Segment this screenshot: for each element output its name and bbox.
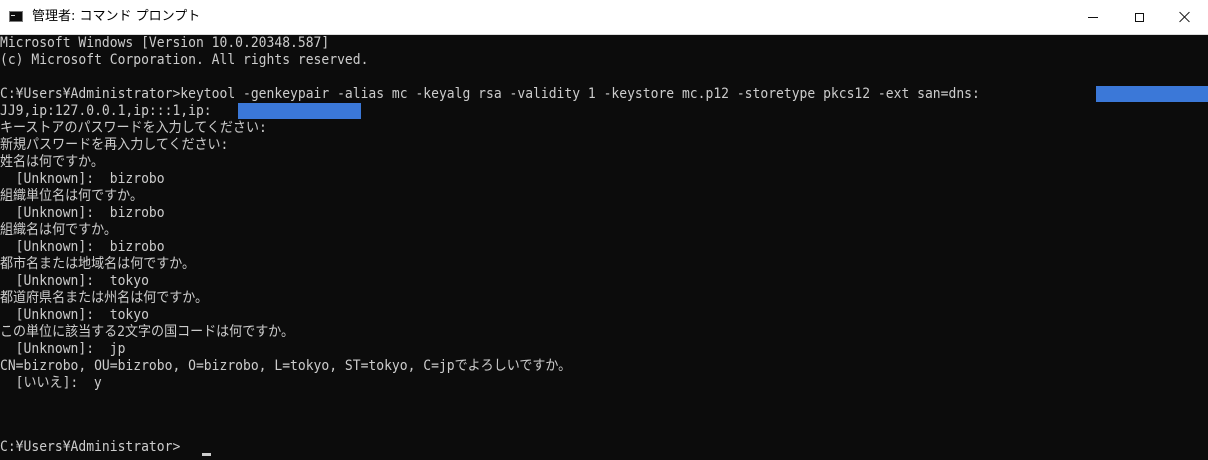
- console-line-command-cont: JJ9,ip:127.0.0.1,ip:::1,ip:: [0, 103, 212, 119]
- redaction-mask: [1096, 86, 1208, 102]
- minimize-icon: [1088, 16, 1098, 18]
- console-output[interactable]: Microsoft Windows [Version 10.0.20348.58…: [0, 35, 1208, 460]
- console-line-answer-state: [Unknown]: tokyo: [0, 307, 149, 323]
- console-line-answer-org: [Unknown]: bizrobo: [0, 239, 165, 255]
- console-line-confirm: CN=bizrobo, OU=bizrobo, O=bizrobo, L=tok…: [0, 358, 572, 374]
- close-icon: [1179, 11, 1191, 23]
- console-line-answer-city: [Unknown]: tokyo: [0, 273, 149, 289]
- console-icon[interactable]: [9, 11, 23, 22]
- console-line-prompt-new-password: 新規パスワードを再入力してください:: [0, 137, 229, 153]
- console-line-answer-org-unit: [Unknown]: bizrobo: [0, 205, 165, 221]
- window-title: 管理者: コマンド プロンプト: [32, 9, 201, 24]
- console-line-prompt-city: 都市名または地域名は何ですか。: [0, 256, 196, 272]
- redaction-mask: [238, 103, 361, 119]
- close-button[interactable]: [1162, 0, 1208, 34]
- console-line-prompt-country: この単位に該当する2文字の国コードは何ですか。: [0, 324, 295, 340]
- console-line-prompt-org: 組織名は何ですか。: [0, 222, 117, 238]
- console-line-copyright: (c) Microsoft Corporation. All rights re…: [0, 52, 369, 68]
- command-prompt-window: 管理者: コマンド プロンプト Microsoft Windows [Versi…: [0, 0, 1208, 460]
- console-line-command: C:¥Users¥Administrator>keytool -genkeypa…: [0, 86, 980, 102]
- text-cursor: [202, 453, 211, 456]
- console-line-answer-confirm: [いいえ]: y: [0, 375, 102, 391]
- maximize-button[interactable]: [1116, 0, 1162, 34]
- console-line-prompt-state: 都道府県名または州名は何ですか。: [0, 290, 209, 306]
- console-line-answer-name: [Unknown]: bizrobo: [0, 171, 165, 187]
- console-line-answer-country: [Unknown]: jp: [0, 341, 126, 357]
- minimize-button[interactable]: [1070, 0, 1116, 34]
- title-bar[interactable]: 管理者: コマンド プロンプト: [0, 0, 1208, 35]
- console-line-prompt-keystore-password: キーストアのパスワードを入力してください:: [0, 120, 267, 136]
- console-line-prompt-name: 姓名は何ですか。: [0, 154, 104, 170]
- console-line-prompt: C:¥Users¥Administrator>: [0, 439, 181, 455]
- console-line-prompt-org-unit: 組織単位名は何ですか。: [0, 188, 143, 204]
- maximize-icon: [1134, 12, 1144, 22]
- console-line-version: Microsoft Windows [Version 10.0.20348.58…: [0, 35, 330, 51]
